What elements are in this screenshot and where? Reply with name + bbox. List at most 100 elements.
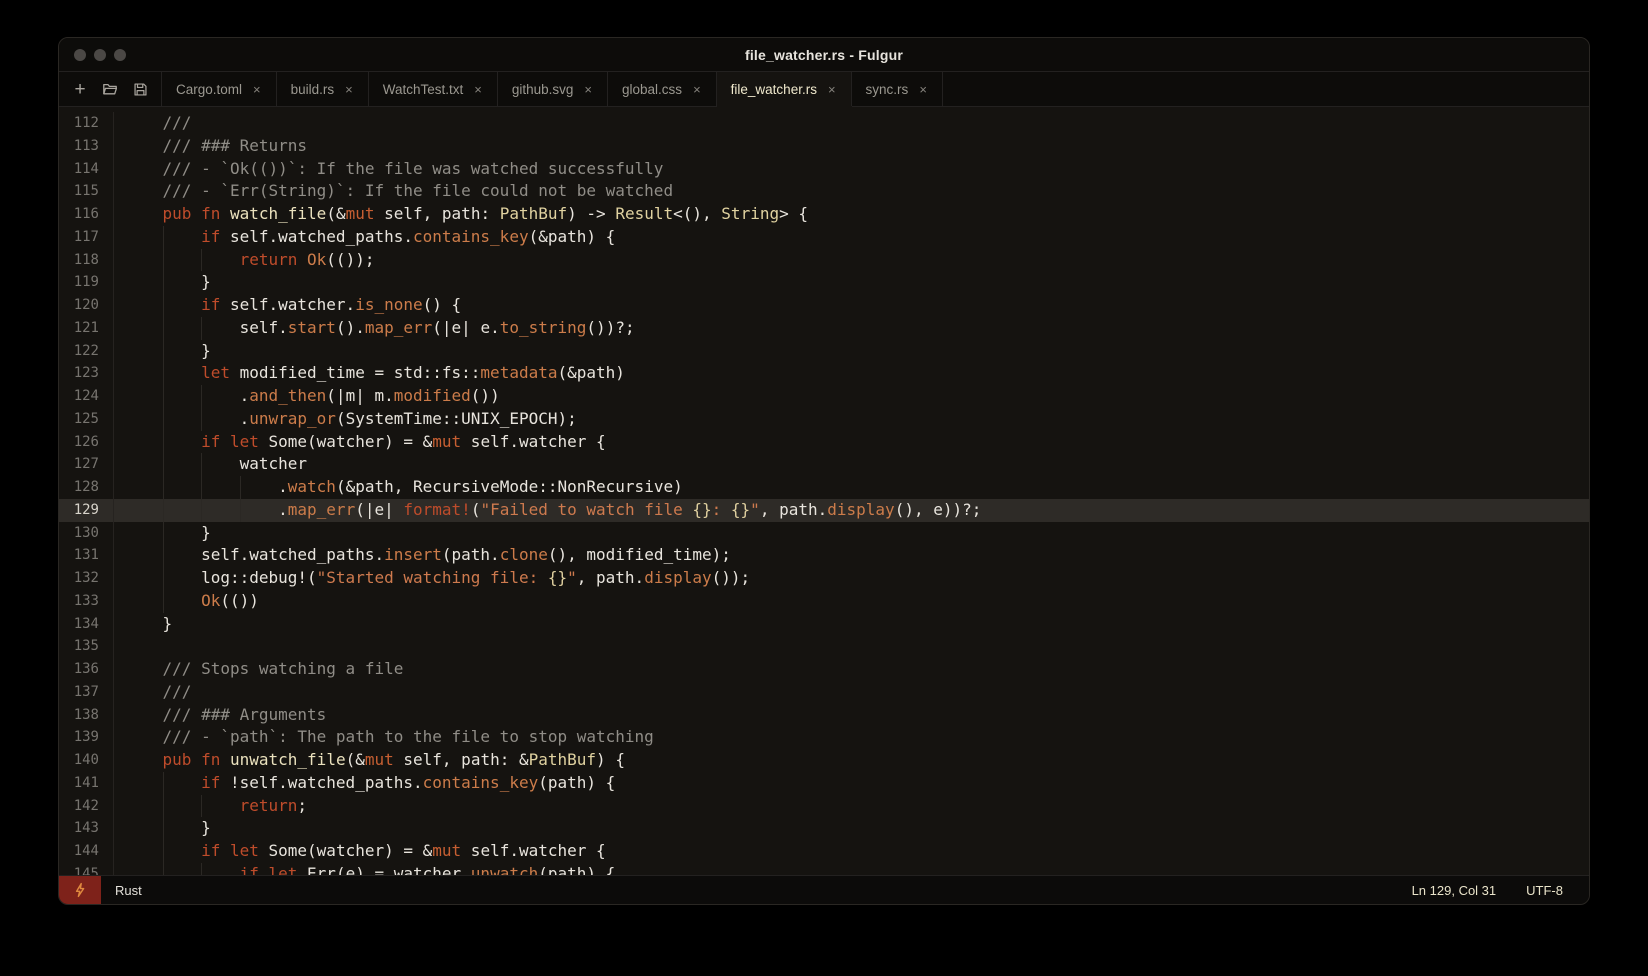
code-line[interactable]: 134 } [59,613,1589,636]
code-line[interactable]: 114 /// - `Ok(())`: If the file was watc… [59,158,1589,181]
tab-close-icon[interactable]: × [583,82,593,97]
code-text: Ok(()) [113,590,1589,613]
code-text: } [113,340,1589,363]
tab-label: build.rs [291,82,335,97]
tab-actions: + [59,72,162,106]
line-number: 129 [59,499,113,522]
tab-label: global.css [622,82,682,97]
code-line[interactable]: 140 pub fn unwatch_file(&mut self, path:… [59,749,1589,772]
code-line[interactable]: 137 /// [59,681,1589,704]
code-line[interactable]: 115 /// - `Err(String)`: If the file cou… [59,180,1589,203]
code-line[interactable]: 142 return; [59,795,1589,818]
code-text: /// ### Returns [113,135,1589,158]
code-line[interactable]: 118 return Ok(()); [59,249,1589,272]
line-number: 141 [59,772,113,795]
line-number: 123 [59,362,113,385]
line-number: 134 [59,613,113,636]
cursor-position[interactable]: Ln 129, Col 31 [1412,883,1497,898]
indent-guide [240,499,241,522]
tab-label: WatchTest.txt [383,82,464,97]
tab-close-icon[interactable]: × [344,82,354,97]
line-number: 120 [59,294,113,317]
code-text: return; [113,795,1589,818]
save-file-button[interactable] [125,72,155,106]
code-line[interactable]: 113 /// ### Returns [59,135,1589,158]
code-line[interactable]: 125 .unwrap_or(SystemTime::UNIX_EPOCH); [59,408,1589,431]
code-text: self.start().map_err(|e| e.to_string())?… [113,317,1589,340]
code-line[interactable]: 116 pub fn watch_file(&mut self, path: P… [59,203,1589,226]
code-line[interactable]: 129 .map_err(|e| format!("Failed to watc… [59,499,1589,522]
code-line[interactable]: 121 self.start().map_err(|e| e.to_string… [59,317,1589,340]
indent-guide [163,863,164,875]
code-text: watcher [113,453,1589,476]
zoom-window-button[interactable] [114,49,126,61]
code-line[interactable]: 138 /// ### Arguments [59,704,1589,727]
language-label[interactable]: Rust [115,883,142,898]
code-line[interactable]: 112 /// [59,112,1589,135]
indent-guide [163,294,164,317]
tab-WatchTest.txt[interactable]: WatchTest.txt × [369,72,498,106]
tab-close-icon[interactable]: × [827,82,837,97]
line-number: 135 [59,635,113,658]
new-tab-button[interactable]: + [65,72,95,106]
tab-build.rs[interactable]: build.rs × [277,72,369,106]
tab-list: Cargo.toml×build.rs×WatchTest.txt×github… [162,72,943,106]
tab-file_watcher.rs[interactable]: file_watcher.rs× [717,72,852,106]
code-line[interactable]: 135 [59,635,1589,658]
language-badge[interactable] [59,876,101,904]
line-number: 127 [59,453,113,476]
indent-guide [201,795,202,818]
code-line[interactable]: 126 if let Some(watcher) = &mut self.wat… [59,431,1589,454]
line-number: 145 [59,863,113,875]
tab-close-icon[interactable]: × [918,82,928,97]
open-file-button[interactable] [95,72,125,106]
code-line[interactable]: 144 if let Some(watcher) = &mut self.wat… [59,840,1589,863]
tab-github.svg[interactable]: github.svg× [498,72,608,106]
code-line[interactable]: 124 .and_then(|m| m.modified()) [59,385,1589,408]
code-text: /// - `path`: The path to the file to st… [113,726,1589,749]
code-line[interactable]: 127 watcher [59,453,1589,476]
tab-global.css[interactable]: global.css × [608,72,717,106]
code-text: self.watched_paths.insert(path.clone(), … [113,544,1589,567]
code-line[interactable]: 143 } [59,817,1589,840]
code-text: pub fn watch_file(&mut self, path: PathB… [113,203,1589,226]
tab-Cargo.toml[interactable]: Cargo.toml× [162,72,277,106]
indent-guide [163,567,164,590]
tab-sync.rs[interactable]: sync.rs× [852,72,943,106]
minimize-window-button[interactable] [94,49,106,61]
indent-guide [201,408,202,431]
code-line[interactable]: 145 if let Err(e) = watcher.unwatch(path… [59,863,1589,875]
code-text: } [113,522,1589,545]
encoding-label[interactable]: UTF-8 [1526,883,1563,898]
code-line[interactable]: 120 if self.watcher.is_none() { [59,294,1589,317]
code-line[interactable]: 130 } [59,522,1589,545]
code-line[interactable]: 128 .watch(&path, RecursiveMode::NonRecu… [59,476,1589,499]
line-number: 113 [59,135,113,158]
indent-guide [163,453,164,476]
code-line[interactable]: 132 log::debug!("Started watching file: … [59,567,1589,590]
code-text: if let Err(e) = watcher.unwatch(path) { [113,863,1589,875]
code-text: if let Some(watcher) = &mut self.watcher… [113,431,1589,454]
code-line[interactable]: 117 if self.watched_paths.contains_key(&… [59,226,1589,249]
code-line[interactable]: 139 /// - `path`: The path to the file t… [59,726,1589,749]
code-line[interactable]: 133 Ok(()) [59,590,1589,613]
tab-close-icon[interactable]: × [473,82,483,97]
code-line[interactable]: 122 } [59,340,1589,363]
code-line[interactable]: 119 } [59,271,1589,294]
code-text: if self.watched_paths.contains_key(&path… [113,226,1589,249]
code-line[interactable]: 141 if !self.watched_paths.contains_key(… [59,772,1589,795]
code-line[interactable]: 131 self.watched_paths.insert(path.clone… [59,544,1589,567]
indent-guide [163,590,164,613]
indent-guide [201,385,202,408]
code-area[interactable]: 112 ///113 /// ### Returns114 /// - `Ok(… [59,107,1589,875]
indent-guide [163,385,164,408]
code-line[interactable]: 123 let modified_time = std::fs::metadat… [59,362,1589,385]
code-text: .and_then(|m| m.modified()) [113,385,1589,408]
code-line[interactable]: 136 /// Stops watching a file [59,658,1589,681]
tab-close-icon[interactable]: × [252,82,262,97]
line-number: 138 [59,704,113,727]
close-window-button[interactable] [74,49,86,61]
line-number: 115 [59,180,113,203]
tab-close-icon[interactable]: × [692,82,702,97]
code-text [113,635,1589,658]
